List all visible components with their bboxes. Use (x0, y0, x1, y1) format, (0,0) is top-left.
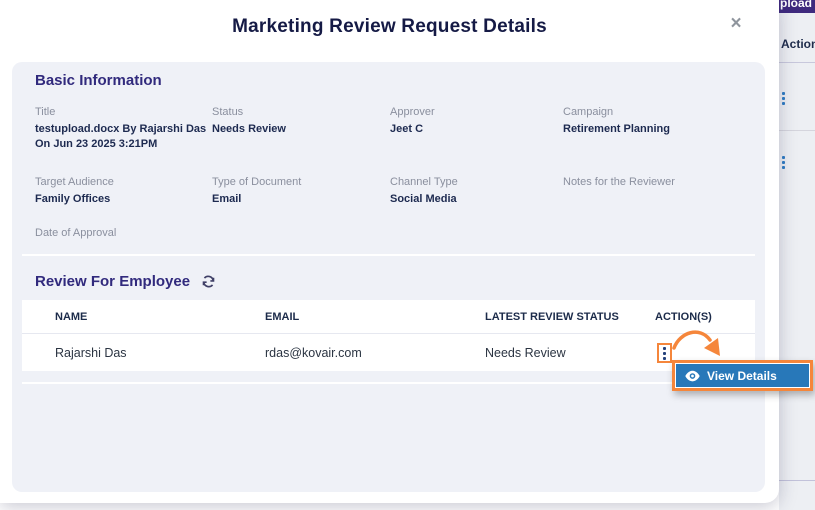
field-campaign: Campaign Retirement Planning (563, 106, 735, 137)
modal-title: Marketing Review Request Details (0, 16, 779, 38)
field-label: Status (212, 106, 384, 119)
field-value: Family Offices (35, 192, 207, 207)
field-value: Email (212, 192, 384, 207)
field-status: Status Needs Review (212, 106, 384, 137)
field-label: Campaign (563, 106, 735, 119)
cell-name: Rajarshi Das (55, 346, 265, 360)
upload-button-label: pload (780, 0, 815, 10)
field-notes-for-reviewer: Notes for the Reviewer (563, 176, 735, 192)
header-email: EMAIL (265, 311, 485, 323)
action-column-header: Action (781, 37, 815, 51)
header-latest-review-status: LATEST REVIEW STATUS (485, 311, 655, 323)
field-value: testupload.docx By Rajarshi Das On Jun 2… (35, 122, 207, 152)
field-label: Title (35, 106, 207, 119)
table-row: Rajarshi Das rdas@kovair.com Needs Revie… (22, 333, 755, 371)
row-divider (779, 130, 815, 131)
field-date-of-approval: Date of Approval (35, 227, 207, 243)
field-label: Channel Type (390, 176, 562, 189)
header-actions: ACTION(S) (655, 311, 755, 323)
screen: pload Action Marketing Review Request De… (0, 0, 815, 510)
upload-button[interactable]: pload (779, 0, 815, 13)
basic-information-heading: Basic Information (35, 72, 162, 89)
field-channel-type: Channel Type Social Media (390, 176, 562, 207)
review-for-employee-heading: Review For Employee (35, 273, 216, 290)
background-row-actions-kebab-icon[interactable] (782, 92, 785, 105)
field-label: Notes for the Reviewer (563, 176, 735, 189)
background-row-actions-kebab-icon[interactable] (782, 156, 785, 169)
row-actions-kebab-icon[interactable] (657, 343, 672, 363)
details-card: Basic Information Title testupload.docx … (12, 62, 765, 492)
table-header-row: NAME EMAIL LATEST REVIEW STATUS ACTION(S… (22, 300, 755, 333)
field-value: Needs Review (212, 122, 384, 137)
view-details-label: View Details (707, 369, 777, 383)
field-value: Social Media (390, 192, 562, 207)
field-label: Target Audience (35, 176, 207, 189)
field-label: Approver (390, 106, 562, 119)
actions-dropdown-menu: View Details (672, 360, 813, 391)
review-employee-table: NAME EMAIL LATEST REVIEW STATUS ACTION(S… (22, 300, 755, 371)
field-target-audience: Target Audience Family Offices (35, 176, 207, 207)
row-divider (779, 480, 815, 481)
cell-latest-review-status: Needs Review (485, 346, 655, 360)
section-divider (22, 254, 755, 256)
field-label: Type of Document (212, 176, 384, 189)
field-label: Date of Approval (35, 227, 207, 240)
background-page: pload Action (779, 0, 815, 510)
review-for-employee-heading-label: Review For Employee (35, 273, 190, 290)
row-divider (779, 62, 815, 63)
field-approver: Approver Jeet C (390, 106, 562, 137)
marketing-review-request-details-modal: Marketing Review Request Details × Basic… (0, 0, 779, 503)
refresh-icon[interactable] (200, 274, 216, 290)
field-value: Retirement Planning (563, 122, 735, 137)
header-name: NAME (55, 311, 265, 323)
section-divider (22, 382, 755, 384)
view-details-menu-item[interactable]: View Details (676, 364, 809, 387)
field-title: Title testupload.docx By Rajarshi Das On… (35, 106, 207, 152)
cell-email: rdas@kovair.com (265, 346, 485, 360)
close-icon[interactable]: × (724, 12, 748, 36)
eye-icon (685, 370, 700, 382)
field-value: Jeet C (390, 122, 562, 137)
field-type-of-document: Type of Document Email (212, 176, 384, 207)
